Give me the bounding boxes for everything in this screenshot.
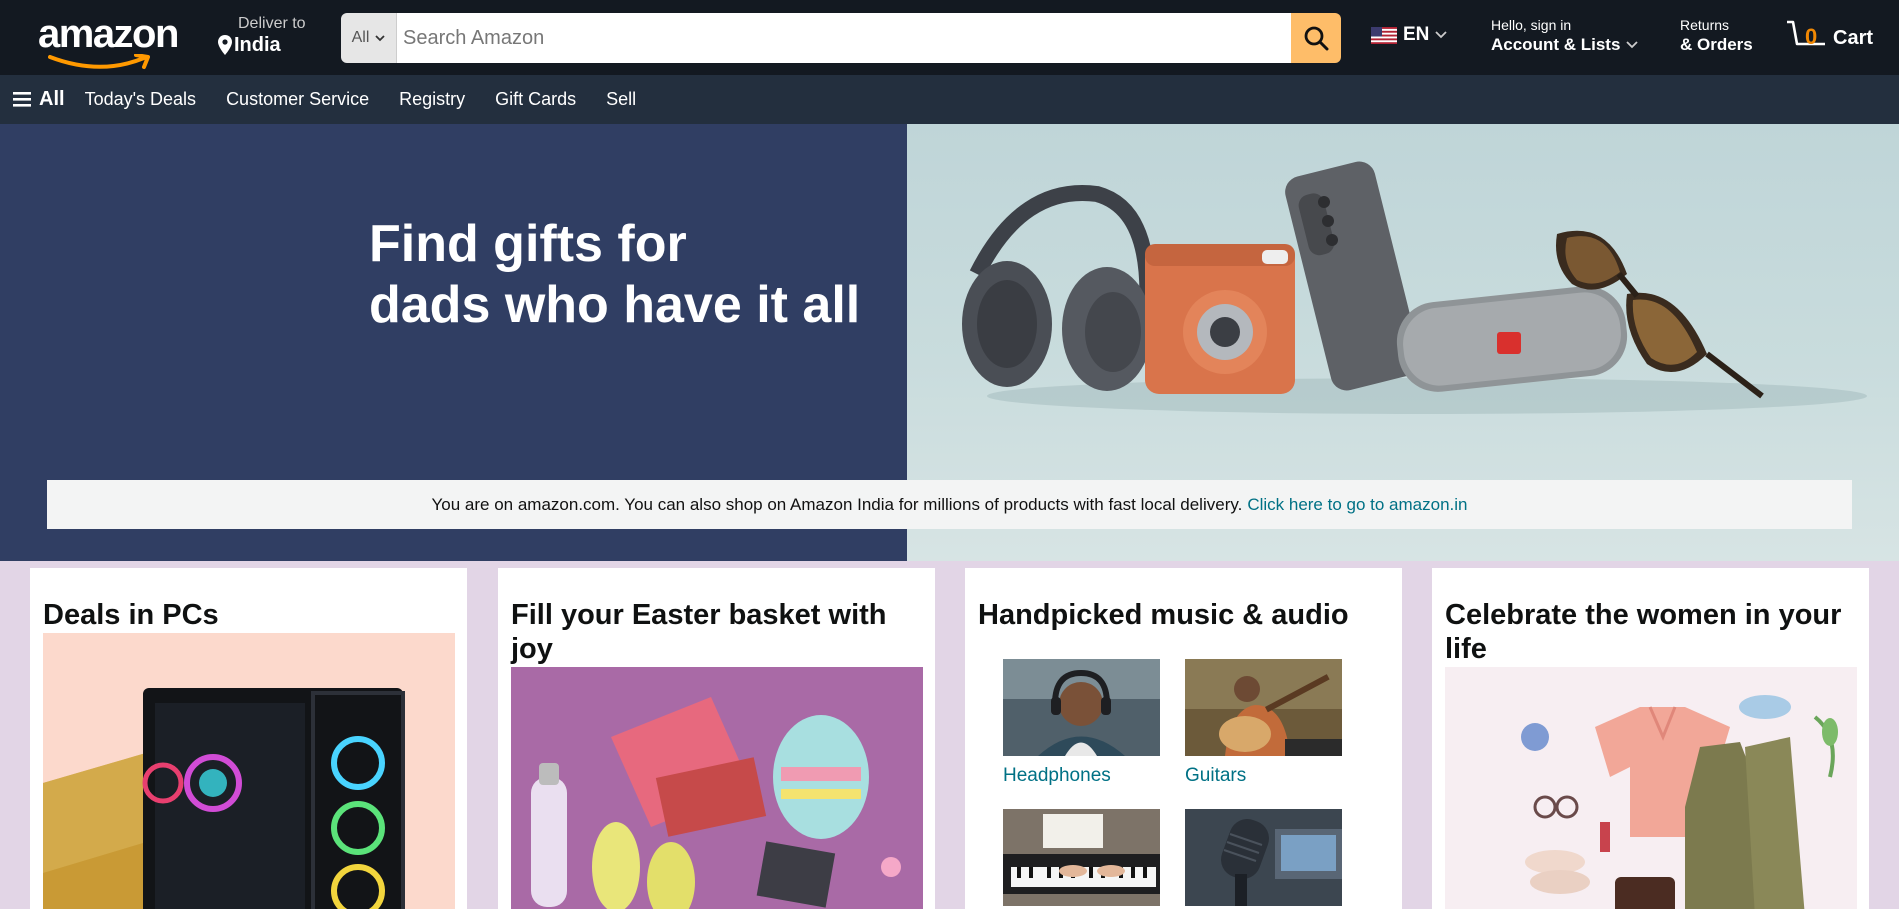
easter-items-image[interactable] bbox=[511, 667, 923, 909]
card-deals-in-pcs[interactable]: Deals in PCs bbox=[30, 568, 467, 909]
card-music-audio[interactable]: Handpicked music & audio Headphones Guit… bbox=[965, 568, 1402, 909]
deliver-to[interactable]: Deliver to India bbox=[218, 15, 306, 57]
location-pin-icon bbox=[218, 35, 232, 55]
chevron-down-icon bbox=[375, 34, 386, 41]
card-women-gifts[interactable]: Celebrate the women in your life bbox=[1432, 568, 1869, 909]
tile-keyboards[interactable] bbox=[1003, 809, 1160, 909]
account-label: Account & Lists bbox=[1491, 35, 1621, 54]
search-icon bbox=[1304, 26, 1329, 51]
gaming-pc-image[interactable] bbox=[43, 633, 455, 909]
go-to-amazon-in-link[interactable]: Click here to go to amazon.in bbox=[1247, 495, 1467, 515]
tile-microphones[interactable] bbox=[1185, 809, 1342, 909]
microphone-photo bbox=[1185, 809, 1342, 906]
orders-label: & Orders bbox=[1680, 35, 1753, 54]
womens-gifts-image[interactable] bbox=[1445, 667, 1857, 909]
card-title: Handpicked music & audio bbox=[978, 599, 1349, 631]
hero-carousel[interactable]: Find gifts for dads who have it all You … bbox=[0, 124, 1899, 561]
logo-smile-icon bbox=[48, 54, 150, 69]
tile-headphones[interactable]: Headphones bbox=[1003, 659, 1160, 787]
nav-link-todays-deals[interactable]: Today's Deals bbox=[85, 89, 197, 110]
tile-guitars[interactable]: Guitars bbox=[1185, 659, 1342, 787]
all-menu-button[interactable]: All bbox=[13, 88, 65, 111]
cart-label: Cart bbox=[1833, 27, 1874, 49]
cart[interactable]: 0 Cart bbox=[1785, 18, 1873, 52]
card-title: Celebrate the women in your life bbox=[1445, 599, 1842, 665]
tile-label-guitars: Guitars bbox=[1185, 765, 1247, 786]
hamburger-menu-icon bbox=[13, 92, 31, 107]
deliver-location: India bbox=[234, 34, 281, 56]
card-title: Fill your Easter basket with joy bbox=[511, 599, 887, 665]
nav-link-sell[interactable]: Sell bbox=[606, 89, 636, 110]
language-selector[interactable]: EN bbox=[1371, 24, 1448, 46]
region-notice-banner: You are on amazon.com. You can also shop… bbox=[47, 480, 1852, 529]
account-lists[interactable]: Hello, sign in Account & Lists bbox=[1491, 17, 1639, 56]
chevron-down-icon bbox=[1435, 31, 1448, 39]
piano-photo bbox=[1003, 809, 1160, 906]
returns-orders[interactable]: Returns & Orders bbox=[1680, 17, 1753, 56]
chevron-down-icon bbox=[1626, 41, 1639, 49]
secondary-navbar: All Today's Deals Customer Service Regis… bbox=[0, 75, 1899, 124]
guitars-photo bbox=[1185, 659, 1342, 756]
account-greeting: Hello, sign in bbox=[1491, 17, 1572, 33]
search-button[interactable] bbox=[1291, 13, 1341, 63]
amazon-logo[interactable]: amazon bbox=[38, 12, 186, 69]
nav-link-registry[interactable]: Registry bbox=[399, 89, 465, 110]
search-bar: All bbox=[341, 13, 1341, 63]
deliver-to-label: Deliver to bbox=[238, 15, 306, 32]
hero-title: Find gifts for dads who have it all bbox=[369, 214, 860, 336]
bluetooth-speaker-illustration bbox=[1396, 286, 1628, 392]
search-category-label: All bbox=[351, 29, 370, 46]
nav-link-customer-service[interactable]: Customer Service bbox=[226, 89, 369, 110]
top-navbar: amazon Deliver to India All Search Amazo… bbox=[0, 0, 1899, 75]
card-easter-basket[interactable]: Fill your Easter basket with joy bbox=[498, 568, 935, 909]
region-notice-text: You are on amazon.com. You can also shop… bbox=[431, 494, 1243, 514]
cart-count: 0 bbox=[1805, 24, 1818, 49]
instant-camera-illustration bbox=[1145, 244, 1295, 394]
tile-label-headphones: Headphones bbox=[1003, 765, 1111, 786]
returns-label: Returns bbox=[1680, 17, 1730, 33]
card-title: Deals in PCs bbox=[43, 599, 219, 631]
headphones-photo bbox=[1003, 659, 1160, 756]
logo-text: amazon bbox=[38, 12, 179, 56]
hero-title-line-2: dads who have it all bbox=[369, 276, 861, 334]
nav-link-gift-cards[interactable]: Gift Cards bbox=[495, 89, 576, 110]
hero-title-line-1: Find gifts for bbox=[369, 215, 687, 273]
us-flag-icon bbox=[1371, 26, 1397, 44]
search-category-select[interactable]: All bbox=[341, 13, 397, 63]
language-code: EN bbox=[1403, 24, 1430, 45]
all-menu-label: All bbox=[39, 88, 65, 110]
search-input[interactable] bbox=[397, 13, 1291, 63]
headphones-illustration bbox=[962, 185, 1156, 391]
